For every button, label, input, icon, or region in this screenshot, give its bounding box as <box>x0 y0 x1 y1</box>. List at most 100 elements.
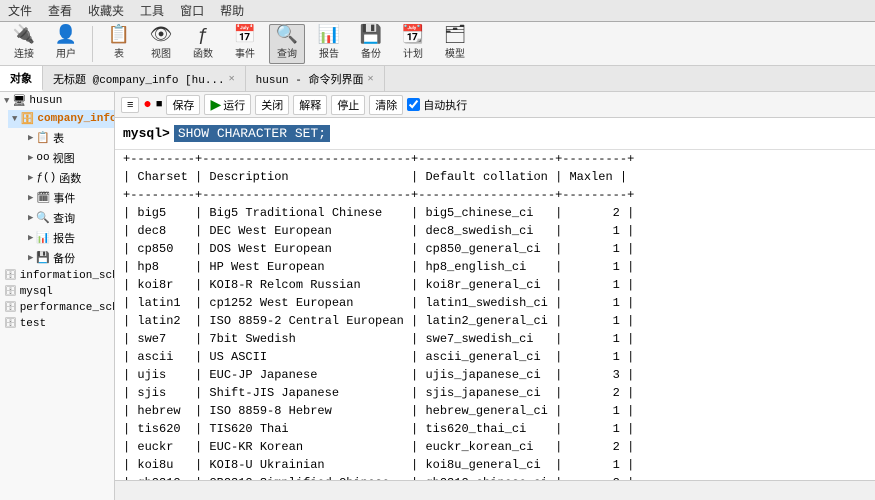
tab-query-label: 无标题 @company_info [hu... <box>53 71 225 87</box>
toolbar-schedule-label: 计划 <box>403 45 423 61</box>
sidebar-functions[interactable]: ▶ ƒ() 函数 <box>24 168 114 188</box>
reports-arrow: ▶ <box>28 233 33 243</box>
toolbar-report[interactable]: 📊 报告 <box>311 24 347 64</box>
qbtn-close[interactable]: 关闭 <box>255 95 289 115</box>
table-icon: 📋 <box>108 27 130 45</box>
sql-area: mysql> SHOW CHARACTER SET; <box>115 118 875 150</box>
schedule-icon: 📆 <box>402 27 424 45</box>
queries-label: 查询 <box>53 210 75 226</box>
reports-icon: 📊 <box>36 231 50 245</box>
db-icon-mysql: 🗄 <box>4 286 17 298</box>
db-information-schema-label: information_schema <box>20 270 115 282</box>
sql-command[interactable]: SHOW CHARACTER SET; <box>174 125 330 142</box>
toolbar-event[interactable]: 📅 事件 <box>227 24 263 64</box>
tab-console-close[interactable]: ✕ <box>367 73 373 85</box>
events-arrow: ▶ <box>28 193 33 203</box>
tab-query-close[interactable]: ✕ <box>229 73 235 85</box>
queries-arrow: ▶ <box>28 213 33 223</box>
square-icon: ■ <box>156 99 163 111</box>
db-icon-info: 🗄 <box>4 270 17 282</box>
sidebar-backups[interactable]: ▶ 💾 备份 <box>24 248 114 268</box>
menu-item-favorites[interactable]: 收藏夹 <box>84 1 128 20</box>
auto-run-checkbox[interactable] <box>407 98 420 111</box>
menu-item-view[interactable]: 查看 <box>44 1 76 20</box>
sidebar-db-mysql[interactable]: 🗄 mysql <box>0 284 114 300</box>
toolbar-model[interactable]: 🗂 模型 <box>437 24 473 64</box>
db-icon-test: 🗄 <box>4 318 17 330</box>
expand-arrow: ▼ <box>4 96 9 106</box>
events-label: 事件 <box>53 190 75 206</box>
toolbar: 🔌 连接 👤 用户 📋 表 👁 视图 ƒ 函数 📅 事件 🔍 查询 📊 报告 💾… <box>0 22 875 66</box>
sidebar-tables[interactable]: ▶ 📋 表 <box>24 128 114 148</box>
tab-bar: 对象 无标题 @company_info [hu... ✕ husun - 命令… <box>0 66 875 92</box>
results-area[interactable]: +---------+-----------------------------… <box>115 150 875 480</box>
tables-icon: 📋 <box>36 131 50 145</box>
auto-run-text: 自动执行 <box>423 97 467 113</box>
function-icon: ƒ <box>198 27 209 45</box>
qbtn-save[interactable]: 保存 <box>166 95 200 115</box>
events-icon: 🗓 <box>36 191 50 205</box>
backup-icon: 💾 <box>360 27 382 45</box>
qbtn-menu[interactable]: ≡ <box>121 97 139 113</box>
view-icon: 👁 <box>150 27 173 45</box>
report-icon: 📊 <box>318 27 340 45</box>
menu-icon: ≡ <box>127 99 133 111</box>
qbtn-explain[interactable]: 解释 <box>293 95 327 115</box>
functions-icon: ƒ() <box>36 172 56 184</box>
sidebar-events[interactable]: ▶ 🗓 事件 <box>24 188 114 208</box>
toolbar-query[interactable]: 🔍 查询 <box>269 24 305 64</box>
main-area: ▼ 🖥 husun ▼ 🗄 company_info ▶ 📋 表 ▶ oo 视图 <box>0 92 875 500</box>
menu-item-tools[interactable]: 工具 <box>136 1 168 20</box>
close-label: 关闭 <box>261 97 283 113</box>
toolbar-view-label: 视图 <box>151 45 171 61</box>
menu-item-file[interactable]: 文件 <box>4 1 36 20</box>
functions-label: 函数 <box>59 170 81 186</box>
sidebar-db-performance-schema[interactable]: 🗄 performance_schema <box>0 300 114 316</box>
sidebar-queries[interactable]: ▶ 🔍 查询 <box>24 208 114 228</box>
toolbar-connect[interactable]: 🔌 连接 <box>6 24 42 64</box>
toolbar-table-label: 表 <box>114 45 124 61</box>
connect-icon: 🔌 <box>13 27 35 45</box>
tables-arrow: ▶ <box>28 133 33 143</box>
toolbar-backup-label: 备份 <box>361 45 381 61</box>
sidebar-reports[interactable]: ▶ 📊 报告 <box>24 228 114 248</box>
toolbar-query-label: 查询 <box>277 45 297 61</box>
tab-console[interactable]: husun - 命令列界面 ✕ <box>246 66 385 91</box>
expand-arrow-company: ▼ <box>12 114 17 124</box>
sidebar-db-test[interactable]: 🗄 test <box>0 316 114 332</box>
sidebar-views[interactable]: ▶ oo 视图 <box>24 148 114 168</box>
event-icon: 📅 <box>234 27 256 45</box>
backups-label: 备份 <box>53 250 75 266</box>
qbtn-clear[interactable]: 清除 <box>369 95 403 115</box>
query-icon: 🔍 <box>276 27 298 45</box>
sidebar-db-company-info-item[interactable]: ▼ 🗄 company_info <box>8 110 114 128</box>
qbtn-run[interactable]: ▶运行 <box>204 94 251 115</box>
toolbar-table[interactable]: 📋 表 <box>101 24 137 64</box>
qbtn-stop[interactable]: 停止 <box>331 95 365 115</box>
sidebar-db-information-schema[interactable]: 🗄 information_schema <box>0 268 114 284</box>
toolbar-function[interactable]: ƒ 函数 <box>185 24 221 64</box>
menu-item-help[interactable]: 帮助 <box>216 1 248 20</box>
db-mysql-label: mysql <box>20 286 53 298</box>
sidebar: ▼ 🖥 husun ▼ 🗄 company_info ▶ 📋 表 ▶ oo 视图 <box>0 92 115 500</box>
stop-label: 停止 <box>337 97 359 113</box>
auto-run-label: 自动执行 <box>407 97 467 113</box>
db-performance-schema-label: performance_schema <box>20 302 115 314</box>
explain-label: 解释 <box>299 97 321 113</box>
toolbar-schedule[interactable]: 📆 计划 <box>395 24 431 64</box>
views-icon: oo <box>36 152 49 164</box>
tables-label: 表 <box>53 130 64 146</box>
toolbar-view[interactable]: 👁 视图 <box>143 24 179 64</box>
title-bar: 文件 查看 收藏夹 工具 窗口 帮助 <box>0 0 875 22</box>
toolbar-backup[interactable]: 💾 备份 <box>353 24 389 64</box>
toolbar-model-label: 模型 <box>445 45 465 61</box>
menu-item-window[interactable]: 窗口 <box>176 1 208 20</box>
tab-object[interactable]: 对象 <box>0 66 43 91</box>
sidebar-connection-husun[interactable]: ▼ 🖥 husun <box>0 92 114 110</box>
tab-object-label: 对象 <box>10 70 32 86</box>
toolbar-report-label: 报告 <box>319 45 339 61</box>
backups-icon: 💾 <box>36 251 50 265</box>
tab-query[interactable]: 无标题 @company_info [hu... ✕ <box>43 66 246 91</box>
toolbar-user[interactable]: 👤 用户 <box>48 24 84 64</box>
db-icon-perf: 🗄 <box>4 302 17 314</box>
